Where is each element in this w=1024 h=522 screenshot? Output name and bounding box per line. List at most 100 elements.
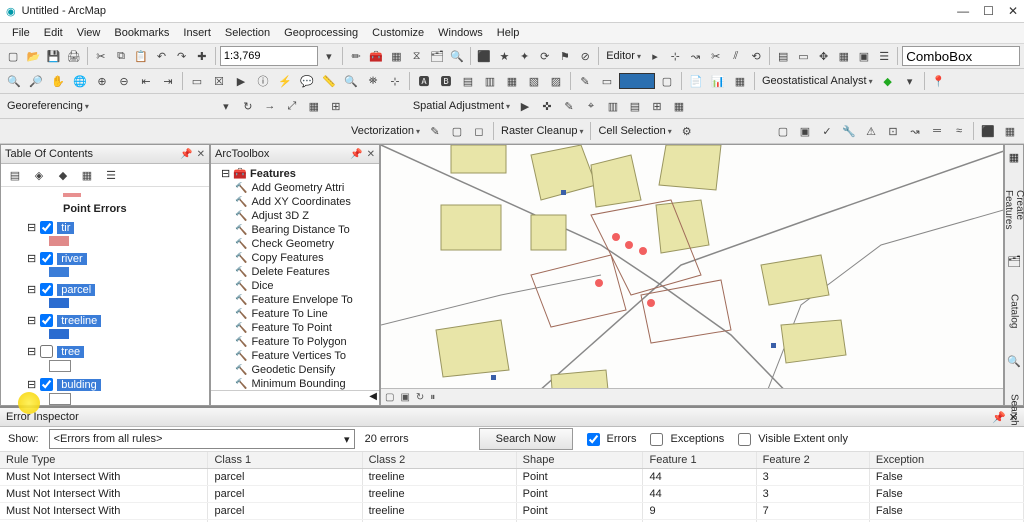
scale-input[interactable] <box>220 46 318 66</box>
col-header[interactable]: Feature 1 <box>643 452 756 469</box>
barrier-icon[interactable]: ⊘ <box>576 46 594 66</box>
layer-checkbox[interactable] <box>40 221 53 234</box>
menu-insert[interactable]: Insert <box>177 25 217 41</box>
col-header[interactable]: Rule Type <box>0 452 208 469</box>
col-header[interactable]: Shape <box>516 452 643 469</box>
tool-item[interactable]: Copy Features <box>213 251 377 265</box>
labeling2-icon[interactable]: 🅱 <box>436 71 456 91</box>
chevron-down-icon[interactable]: ▾ <box>320 46 338 66</box>
layer-parcel[interactable]: ⊟ parcel <box>27 283 203 296</box>
shape-icon[interactable]: ▢ <box>447 121 467 141</box>
new-icon[interactable]: ▢ <box>4 46 22 66</box>
forward-extent-icon[interactable]: ⇥ <box>158 71 178 91</box>
rotate-icon[interactable]: ⟲ <box>747 46 765 66</box>
tool-item[interactable]: Feature Vertices To <box>213 349 377 363</box>
tool-item[interactable]: Feature To Polygon <box>213 335 377 349</box>
catalog-icon2[interactable]: 🗂 <box>1007 255 1021 268</box>
tool-item[interactable]: Minimum Bounding <box>213 377 377 390</box>
flag-icon[interactable]: ⚑ <box>556 46 574 66</box>
topo-edit-icon[interactable]: ▢ <box>773 121 793 141</box>
search-icon[interactable]: 🔍 <box>448 46 466 66</box>
rect-icon[interactable]: ▭ <box>597 71 617 91</box>
toc-tree[interactable]: Point Errors ⊟ tir⊟ river⊟ parcel⊟ treel… <box>1 187 209 405</box>
georeferencing-dropdown[interactable]: Georeferencing <box>4 97 92 115</box>
refresh-icon[interactable]: ↻ <box>416 392 424 403</box>
menu-geoprocessing[interactable]: Geoprocessing <box>278 25 364 41</box>
table-row[interactable]: Must Not Intersect WithparceltreelinePoi… <box>0 486 1024 503</box>
menu-selection[interactable]: Selection <box>219 25 276 41</box>
list-drawing-order-icon[interactable]: ▤ <box>5 165 25 185</box>
finish-icon[interactable]: ▣ <box>855 46 873 66</box>
layer-name[interactable]: tree <box>57 346 84 358</box>
menu-edit[interactable]: Edit <box>38 25 69 41</box>
limited-link-icon[interactable]: ⌖ <box>581 96 601 116</box>
col-header[interactable]: Exception <box>869 452 1023 469</box>
copy-icon[interactable]: ⧉ <box>112 46 130 66</box>
measure-icon[interactable]: 📏 <box>319 71 339 91</box>
raster-cleanup-dropdown[interactable]: Raster Cleanup <box>498 122 586 140</box>
visible-extent-checkbox[interactable]: Visible Extent only <box>734 430 848 449</box>
layer-checkbox[interactable] <box>40 252 53 265</box>
pause-draw-icon[interactable]: ⏸ <box>430 392 435 403</box>
generalize-icon[interactable]: ≈ <box>949 121 969 141</box>
attributes-icon[interactable]: ▤ <box>774 46 792 66</box>
redo-icon[interactable]: ↷ <box>173 46 191 66</box>
more-icon[interactable]: ☰ <box>875 46 893 66</box>
toc-pin-icon[interactable]: 📌 <box>180 149 192 160</box>
network-icon[interactable]: ✦ <box>515 46 533 66</box>
add-data-icon[interactable]: ✚ <box>193 46 211 66</box>
layer-name[interactable]: bulding <box>57 379 100 391</box>
edge-match-icon[interactable]: ▥ <box>603 96 623 116</box>
search-now-button[interactable]: Search Now <box>479 428 573 450</box>
arctoolbox-pin-icon[interactable]: 📌 <box>350 149 362 160</box>
editor-toolbar-icon[interactable]: ✏ <box>347 46 365 66</box>
scroll-left-icon[interactable]: ◀ <box>369 391 377 405</box>
open-icon[interactable]: 📂 <box>24 46 42 66</box>
tool-item[interactable]: Feature Envelope To <box>213 293 377 307</box>
edit-tool-icon[interactable]: ▸ <box>646 46 664 66</box>
list-source-icon[interactable]: ◈ <box>29 165 49 185</box>
tool-item[interactable]: Add Geometry Attri <box>213 181 377 195</box>
goto-xy-icon[interactable]: ⊹ <box>385 71 405 91</box>
maximize-button[interactable]: ☐ <box>983 4 994 18</box>
scale-icon[interactable]: ⤢ <box>282 96 302 116</box>
hyperlink-icon[interactable]: ⚡ <box>275 71 295 91</box>
cut-poly-icon[interactable]: ✂ <box>707 46 725 66</box>
map-view[interactable]: ▢ ▣ ↻ ⏸ <box>380 144 1004 406</box>
errors-checkbox[interactable]: Errors <box>583 430 637 449</box>
viewer-icon[interactable]: ▦ <box>304 96 324 116</box>
geostat-wizard-icon[interactable]: ◆ <box>878 71 898 91</box>
list-selection-icon[interactable]: ▦ <box>77 165 97 185</box>
clear-selection-icon[interactable]: ☒ <box>209 71 229 91</box>
fixed-zoom-in-icon[interactable]: ⊕ <box>92 71 112 91</box>
labeling-icon[interactable]: 🅰 <box>414 71 434 91</box>
modify-link-icon[interactable]: ✎ <box>559 96 579 116</box>
layer-checkbox[interactable] <box>40 314 53 327</box>
trace-icon[interactable]: ✎ <box>425 121 445 141</box>
arctoolbox-close-icon[interactable]: ✕ <box>367 149 375 160</box>
border-icon[interactable]: ▢ <box>657 71 677 91</box>
fix-icon[interactable]: 🔧 <box>839 121 859 141</box>
data-view-icon[interactable]: ▢ <box>385 392 394 403</box>
tool-item[interactable]: Add XY Coordinates <box>213 195 377 209</box>
find-icon[interactable]: 🔍 <box>341 71 361 91</box>
layer-name[interactable]: treeline <box>57 315 101 327</box>
reports-icon[interactable]: 📄 <box>686 71 706 91</box>
validate-icon[interactable]: ✓ <box>817 121 837 141</box>
layer-checkbox[interactable] <box>40 345 53 358</box>
table-row[interactable]: Must Not Intersect WithparceltreelinePoi… <box>0 503 1024 520</box>
table-icon[interactable]: ▦ <box>730 71 750 91</box>
fixed-zoom-out-icon[interactable]: ⊖ <box>114 71 134 91</box>
combobox[interactable] <box>902 46 1020 66</box>
drawing-icon[interactable]: ✎ <box>575 71 595 91</box>
tool-item[interactable]: Feature To Point <box>213 321 377 335</box>
shift-icon[interactable]: → <box>260 96 280 116</box>
layer-name[interactable]: river <box>57 253 86 265</box>
tool-item[interactable]: Feature To Line <box>213 307 377 321</box>
attr-transfer-icon[interactable]: ▤ <box>625 96 645 116</box>
tab-search[interactable]: Search <box>1009 392 1020 428</box>
catalog-icon[interactable]: 🗂 <box>428 46 446 66</box>
editor-dropdown[interactable]: Editor <box>603 47 644 65</box>
select-link-icon[interactable]: ▶ <box>515 96 535 116</box>
graphs-icon[interactable]: 📊 <box>708 71 728 91</box>
